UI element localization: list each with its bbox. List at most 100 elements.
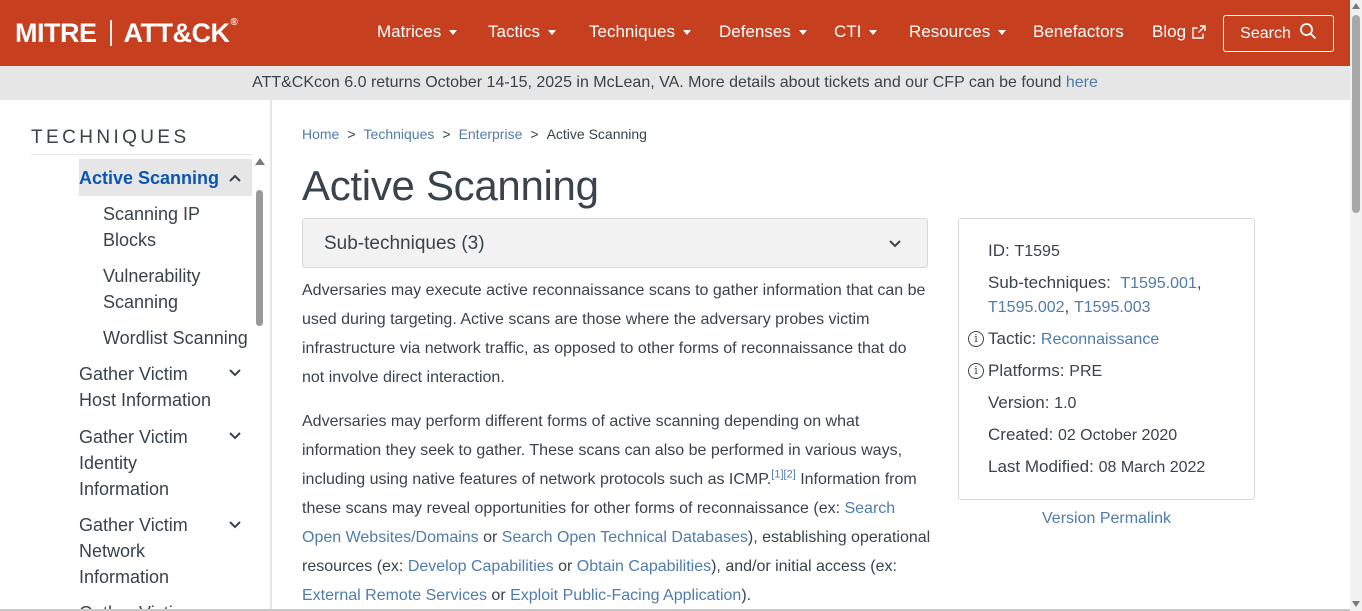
comma: ,: [1064, 297, 1070, 316]
breadcrumb-home[interactable]: Home: [302, 126, 339, 142]
description-text: ), and/or initial access (ex:: [711, 558, 897, 575]
card-subtech-label: Sub-techniques:: [988, 273, 1111, 292]
card-platforms-row: Platforms: PRE: [988, 361, 1102, 381]
caret-down-icon: [449, 29, 458, 35]
nav-benefactors[interactable]: Benefactors: [1033, 22, 1124, 42]
technique-info-card: ID: T1595 Sub-techniques: T1595.001, T15…: [958, 218, 1255, 500]
breadcrumb-techniques[interactable]: Techniques: [364, 126, 435, 142]
description-paragraph: Adversaries may perform different forms …: [302, 407, 932, 610]
sidebar-subitem[interactable]: Scanning IP Blocks: [103, 201, 243, 253]
nav-techniques[interactable]: Techniques: [589, 22, 692, 42]
search-button[interactable]: Search: [1223, 15, 1334, 52]
card-version-row: Version: 1.0: [988, 393, 1076, 413]
info-icon[interactable]: i: [968, 331, 984, 347]
description-paragraph: Adversaries may execute active reconnais…: [302, 282, 926, 386]
announcement-banner: ATT&CKcon 6.0 returns October 14-15, 202…: [0, 66, 1350, 100]
scroll-down-arrow-icon[interactable]: [1352, 601, 1360, 607]
nav-techniques-label: Techniques: [589, 22, 676, 41]
chevron-down-icon[interactable]: [228, 366, 242, 380]
nav-defenses-label: Defenses: [719, 22, 791, 41]
nav-defenses[interactable]: Defenses: [719, 22, 807, 42]
caret-down-icon: [998, 29, 1007, 35]
caret-down-icon: [798, 29, 807, 35]
nav-resources-label: Resources: [909, 22, 991, 41]
card-created-row: Created: 02 October 2020: [988, 425, 1177, 445]
card-id-label: ID:: [988, 241, 1010, 260]
technique-link[interactable]: Exploit Public-Facing Application: [510, 587, 741, 604]
card-subtech-row-2: T1595.002, T1595.003: [988, 297, 1151, 317]
nav-matrices-label: Matrices: [377, 22, 442, 41]
subtechnique-link[interactable]: T1595.003: [1074, 299, 1151, 316]
info-icon[interactable]: i: [968, 363, 984, 379]
banner-text: ATT&CKcon 6.0 returns October 14-15, 202…: [252, 74, 1066, 91]
subtechnique-link[interactable]: T1595.001: [1120, 275, 1197, 292]
card-version-value: 1.0: [1054, 395, 1077, 412]
nav-blog[interactable]: Blog: [1152, 22, 1206, 42]
subtechnique-link[interactable]: T1595.002: [988, 299, 1065, 316]
description-text: or: [486, 587, 511, 604]
nav-tactics[interactable]: Tactics: [488, 22, 556, 42]
description-text: or: [478, 529, 502, 546]
logo-attack-text: ATT&CK: [123, 17, 230, 48]
nav-cti[interactable]: CTI: [834, 22, 878, 42]
logo-registered-mark: ®: [230, 17, 238, 28]
nav-cti-label: CTI: [834, 22, 862, 41]
caret-down-icon: [547, 29, 556, 35]
external-link-icon: [1192, 25, 1206, 39]
subtechniques-label: Sub-techniques (3): [324, 233, 485, 254]
techniques-sidebar: TECHNIQUES Active Scanning Scanning IP B…: [0, 100, 272, 611]
card-tactic-row: Tactic: Reconnaissance: [988, 329, 1159, 349]
page-scrollbar[interactable]: [1350, 0, 1362, 611]
subtechniques-dropdown[interactable]: Sub-techniques (3): [302, 218, 928, 268]
page-scrollbar-thumb[interactable]: [1352, 15, 1360, 213]
sidebar-item-label: Active Scanning: [79, 168, 220, 188]
technique-link[interactable]: External Remote Services: [302, 587, 487, 604]
page-title: Active Scanning: [302, 162, 599, 209]
sidebar-scrollbar-thumb[interactable]: [256, 190, 263, 326]
technique-link[interactable]: Search Open Technical Databases: [502, 529, 748, 546]
nav-tactics-label: Tactics: [488, 22, 540, 41]
search-icon: [1299, 22, 1317, 45]
breadcrumb-enterprise[interactable]: Enterprise: [459, 126, 523, 142]
technique-link[interactable]: Obtain Capabilities: [577, 558, 711, 575]
card-created-value: 02 October 2020: [1057, 427, 1178, 444]
chevron-down-icon[interactable]: [228, 429, 242, 443]
sidebar-item-active-scanning[interactable]: Active Scanning: [79, 159, 252, 196]
reference-link[interactable]: [2]: [784, 469, 796, 481]
sidebar-item[interactable]: Gather Victim Identity Information: [79, 424, 199, 502]
comma: ,: [1196, 273, 1202, 292]
card-id-value: T1595: [1014, 243, 1060, 260]
sidebar-title: TECHNIQUES: [31, 127, 190, 148]
caret-down-icon: [683, 29, 692, 35]
sidebar-item[interactable]: Gather Victim Host Information: [79, 361, 219, 413]
card-id-row: ID: T1595: [988, 241, 1060, 261]
chevron-up-icon[interactable]: [228, 171, 242, 185]
version-permalink-link[interactable]: Version Permalink: [958, 510, 1255, 528]
card-subtech-row: Sub-techniques: T1595.001,: [988, 273, 1202, 293]
card-created-label: Created:: [988, 425, 1054, 444]
description-text: or: [553, 558, 577, 575]
sidebar-item[interactable]: Gather Victim Network Information: [79, 512, 199, 590]
sidebar-subitem[interactable]: Vulnerability Scanning: [103, 263, 243, 315]
breadcrumb: Home > Techniques > Enterprise > Active Scanni…: [302, 126, 647, 142]
reference-link[interactable]: [1]: [771, 469, 783, 481]
chevron-down-icon: [888, 237, 902, 256]
sidebar-scroll-up[interactable]: [255, 158, 265, 165]
technique-link[interactable]: Develop Capabilities: [408, 558, 554, 575]
breadcrumb-current: Active Scanning: [546, 126, 647, 142]
banner-link[interactable]: here: [1066, 74, 1098, 91]
top-navbar: MITRE ATT&CK ® Matrices Tactics Techniqu…: [0, 0, 1350, 66]
breadcrumb-separator: >: [347, 126, 356, 142]
card-modified-row: Last Modified: 08 March 2022: [988, 457, 1205, 477]
chevron-down-icon[interactable]: [228, 518, 242, 532]
nav-resources[interactable]: Resources: [909, 22, 1007, 42]
mitre-attack-logo[interactable]: MITRE ATT&CK ®: [15, 17, 238, 48]
sidebar-subitem[interactable]: Wordlist Scanning: [103, 325, 253, 351]
card-tactic-label: Tactic:: [988, 329, 1037, 348]
nav-benefactors-label: Benefactors: [1033, 22, 1124, 41]
scroll-up-arrow-icon[interactable]: [1352, 3, 1360, 9]
caret-down-icon: [869, 29, 878, 35]
tactic-link[interactable]: Reconnaissance: [1041, 331, 1159, 348]
nav-matrices[interactable]: Matrices: [377, 22, 458, 42]
nav-blog-label: Blog: [1152, 22, 1187, 41]
